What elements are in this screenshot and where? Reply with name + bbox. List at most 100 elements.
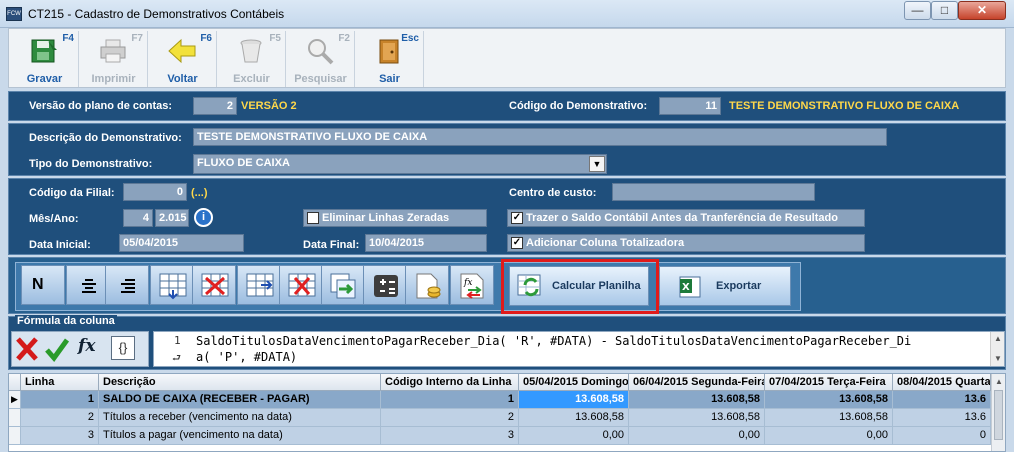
cell-value[interactable]: 13.6 [893, 391, 991, 409]
data-inicial-field[interactable]: 05/04/2015 [119, 234, 244, 252]
centro-field[interactable] [612, 183, 815, 201]
scroll-down-icon[interactable]: ▼ [994, 354, 1002, 363]
cell-descricao[interactable]: Títulos a receber (vencimento na data) [99, 409, 381, 427]
cell-descricao[interactable]: Títulos a pagar (vencimento na data) [99, 427, 381, 445]
svg-text:fx: fx [463, 278, 472, 288]
cell-value[interactable]: 13.6 [893, 409, 991, 427]
cell-codigo[interactable]: 3 [381, 427, 519, 445]
codigo-field[interactable]: 11 [659, 97, 721, 115]
trash-icon [240, 39, 262, 63]
col-codigo[interactable]: Código Interno da Linha [381, 374, 519, 391]
description-panel: Descrição do Demonstrativo: TESTE DEMONS… [8, 123, 1006, 176]
scroll-up-icon[interactable]: ▲ [994, 334, 1002, 343]
formula-editor[interactable]: 1 ⮐ SaldoTitulosDataVencimentoPagarReceb… [153, 331, 1005, 367]
back-arrow-icon [168, 38, 196, 64]
versao-label: Versão do plano de contas: [29, 100, 173, 112]
calculator-button[interactable] [363, 265, 407, 305]
document-coins-button[interactable] [405, 265, 449, 305]
scroll-thumb[interactable] [994, 390, 1003, 440]
function-transfer-button[interactable]: fx [450, 265, 494, 305]
cell-linha[interactable]: 3 [21, 427, 99, 445]
confirm-check-icon[interactable] [44, 335, 70, 363]
descricao-field[interactable]: TESTE DEMONSTRATIVO FLUXO DE CAIXA [193, 128, 887, 146]
filial-field[interactable]: 0 [123, 183, 187, 201]
cell-codigo[interactable]: 2 [381, 409, 519, 427]
search-label: Pesquisar [294, 73, 347, 85]
brackets-icon[interactable]: {} [111, 336, 135, 360]
bold-format-button[interactable]: N [21, 265, 65, 305]
back-button[interactable]: F6 Voltar [149, 31, 217, 87]
calculator-icon [374, 275, 398, 297]
insert-row-button[interactable] [150, 265, 194, 305]
cell-value[interactable]: 13.608,58 [629, 409, 765, 427]
save-fkey: F4 [62, 33, 74, 44]
minimize-button[interactable]: — [904, 1, 931, 20]
cell-value[interactable]: 0,00 [519, 427, 629, 445]
delete-button[interactable]: F5 Excluir [218, 31, 286, 87]
cell-value-selected[interactable]: 13.608,58 [519, 391, 629, 409]
back-fkey: F6 [200, 33, 212, 44]
cell-value[interactable]: 13.608,58 [629, 391, 765, 409]
ano-field[interactable]: 2.015 [155, 209, 189, 227]
format-toolbar: N fx Calcular Planilha X Exportar [8, 257, 1006, 314]
trazer-label: Trazer o Saldo Contábil Antes da Tranfer… [526, 212, 838, 224]
grid-corner [9, 374, 21, 391]
exit-button[interactable]: Esc Sair [356, 31, 424, 87]
col-linha[interactable]: Linha [21, 374, 99, 391]
close-button[interactable]: ✕ [958, 1, 1006, 20]
delete-column-button[interactable] [279, 265, 323, 305]
align-right-icon [121, 279, 135, 293]
align-center-button[interactable] [66, 265, 110, 305]
function-fx-icon[interactable]: fx [78, 336, 95, 356]
eliminar-check-box[interactable] [307, 212, 319, 224]
scroll-up-icon[interactable]: ▲ [995, 377, 1003, 386]
formula-scrollbar[interactable]: ▲ ▼ [990, 332, 1004, 366]
adicionar-check-box[interactable]: ✓ [511, 237, 523, 249]
cell-value[interactable]: 13.608,58 [519, 409, 629, 427]
cell-value[interactable]: 0 [893, 427, 991, 445]
trazer-checkbox[interactable]: ✓ Trazer o Saldo Contábil Antes da Tranf… [507, 209, 865, 227]
cell-value[interactable]: 13.608,58 [765, 391, 893, 409]
print-button[interactable]: F7 Imprimir [80, 31, 148, 87]
data-inicial-label: Data Inicial: [29, 239, 91, 251]
delete-row-button[interactable] [192, 265, 236, 305]
exportar-button[interactable]: X Exportar [659, 266, 791, 306]
save-button[interactable]: F4 Gravar [11, 31, 79, 87]
cell-codigo[interactable]: 1 [381, 391, 519, 409]
cell-linha[interactable]: 1 [21, 391, 99, 409]
cell-value[interactable]: 13.608,58 [765, 409, 893, 427]
col-day-4[interactable]: 08/04/2015 Quarta [893, 374, 991, 391]
mesano-label: Mês/Ano: [29, 213, 79, 225]
col-day-3[interactable]: 07/04/2015 Terça-Feira [765, 374, 893, 391]
tipo-select[interactable]: FLUXO DE CAIXA ▼ [193, 154, 607, 174]
data-final-field[interactable]: 10/04/2015 [365, 234, 487, 252]
adicionar-checkbox[interactable]: ✓ Adicionar Coluna Totalizadora [507, 234, 865, 252]
col-day-1[interactable]: 05/04/2015 Domingo [519, 374, 629, 391]
app-icon: FCW [6, 7, 22, 21]
cell-value[interactable]: 0,00 [629, 427, 765, 445]
col-day-2[interactable]: 06/04/2015 Segunda-Feira [629, 374, 765, 391]
dropdown-arrow-icon[interactable]: ▼ [589, 156, 605, 172]
cell-value[interactable]: 0,00 [765, 427, 893, 445]
mes-field[interactable]: 4 [123, 209, 153, 227]
title-bar: FCW CT215 - Cadastro de Demonstrativos C… [0, 0, 1014, 28]
row-indicator [9, 427, 21, 445]
cancel-x-icon[interactable] [14, 335, 40, 363]
versao-name: VERSÃO 2 [241, 100, 297, 112]
grid-scrollbar[interactable]: ▲ [991, 374, 1005, 451]
align-right-button[interactable] [105, 265, 149, 305]
maximize-button[interactable]: □ [931, 1, 958, 20]
cell-descricao[interactable]: SALDO DE CAIXA (RECEBER - PAGAR) [99, 391, 381, 409]
versao-field[interactable]: 2 [193, 97, 237, 115]
search-button[interactable]: F2 Pesquisar [287, 31, 355, 87]
insert-column-button[interactable] [237, 265, 281, 305]
trazer-check-box[interactable]: ✓ [511, 212, 523, 224]
info-icon[interactable]: i [194, 208, 213, 227]
svg-text:X: X [682, 282, 690, 293]
col-descricao[interactable]: Descrição [99, 374, 381, 391]
calcular-planilha-button[interactable]: Calcular Planilha [509, 266, 649, 306]
insert-row-icon [159, 273, 187, 300]
eliminar-checkbox[interactable]: Eliminar Linhas Zeradas [303, 209, 487, 227]
move-button[interactable] [321, 265, 365, 305]
cell-linha[interactable]: 2 [21, 409, 99, 427]
